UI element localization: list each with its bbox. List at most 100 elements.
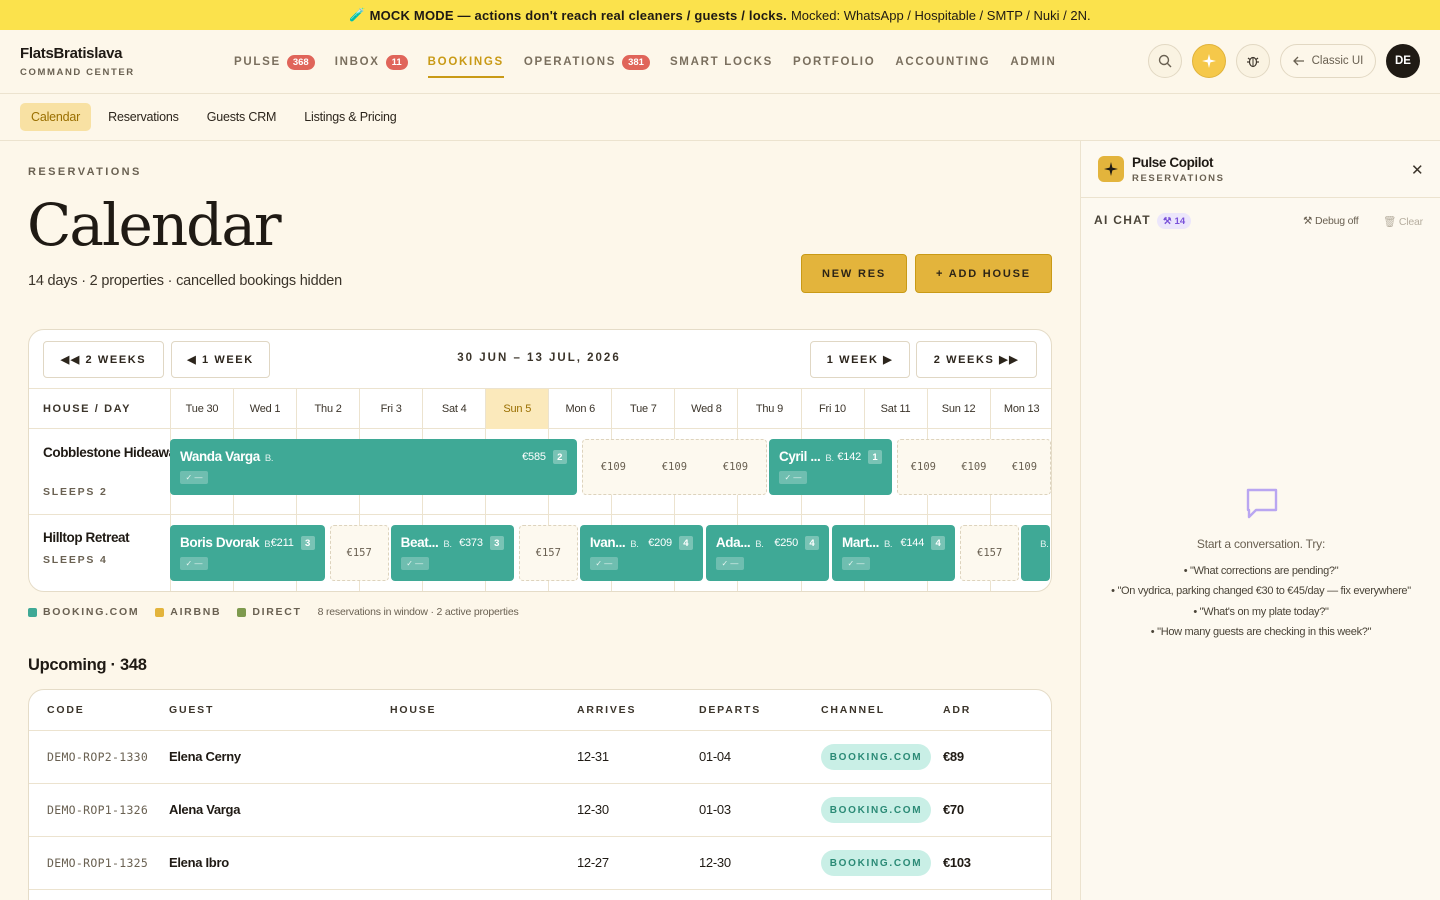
classic-ui-button[interactable]: Classic UI bbox=[1280, 44, 1376, 78]
booking-bar[interactable]: Mart... B. 4 €144 ✓ — bbox=[832, 525, 956, 581]
guest-name: Elena Cerny bbox=[169, 749, 241, 764]
nav-accounting[interactable]: ACCOUNTING bbox=[895, 30, 990, 94]
vacant-night-cell[interactable]: €157 bbox=[329, 525, 389, 581]
debug-toggle[interactable]: ⚒ Debug off bbox=[1303, 215, 1359, 227]
next-2-weeks-button[interactable]: 2 WEEKS ▶▶ bbox=[916, 341, 1037, 378]
table-row[interactable] bbox=[29, 889, 1051, 900]
checkin-status-tag: ✓ — bbox=[842, 557, 871, 570]
upcoming-table: CODE GUEST HOUSE ARRIVES DEPARTS CHANNEL… bbox=[28, 689, 1052, 900]
nav-portfolio[interactable]: PORTFOLIO bbox=[793, 30, 875, 94]
brand-subtitle: COMMAND CENTER bbox=[20, 67, 135, 78]
guest-count: 1 bbox=[868, 450, 883, 464]
booking-bar[interactable]: Ada... B. 4 €250 ✓ — bbox=[705, 525, 830, 581]
channel-badge: BOOKING.COM bbox=[821, 797, 931, 823]
table-row[interactable]: DEMO-ROP1-1325 Elena Ibro 12-27 12-30 BO… bbox=[29, 836, 1051, 889]
subnav-guests-crm[interactable]: Guests CRM bbox=[196, 103, 288, 131]
legend-item: AIRBNB bbox=[155, 606, 221, 618]
wrench-icon: ⚒ bbox=[1303, 215, 1315, 227]
day-header: Thu 9 bbox=[737, 389, 800, 429]
copilot-title: Pulse Copilot bbox=[1132, 155, 1214, 170]
nav-operations[interactable]: OPERATIONS 381 bbox=[524, 30, 650, 94]
nav-admin[interactable]: ADMIN bbox=[1010, 30, 1056, 94]
booking-bar[interactable]: Ivan... B. 4 €209 ✓ — bbox=[579, 525, 703, 581]
column-header[interactable]: CHANNEL bbox=[821, 704, 885, 716]
channel-badge: BOOKING.COM bbox=[821, 850, 931, 876]
house-name[interactable]: Hilltop Retreat bbox=[43, 528, 130, 548]
booking-source: B. bbox=[443, 539, 452, 550]
column-header[interactable]: GUEST bbox=[169, 704, 214, 716]
copilot-header: Pulse Copilot RESERVATIONS ✕ bbox=[1081, 141, 1440, 198]
column-header[interactable]: DEPARTS bbox=[699, 704, 761, 716]
suggestion[interactable]: • "How many guests are checking in this … bbox=[1081, 626, 1440, 638]
brand[interactable]: FlatsBratislava COMMAND CENTER bbox=[20, 45, 135, 78]
nav-bookings[interactable]: BOOKINGS bbox=[427, 30, 505, 94]
column-header[interactable]: ARRIVES bbox=[577, 704, 636, 716]
close-icon[interactable]: ✕ bbox=[1411, 161, 1424, 179]
booking-bar[interactable]: B. bbox=[1021, 525, 1050, 581]
clear-button[interactable]: 🗑 Clear bbox=[1383, 215, 1423, 228]
table-row[interactable]: DEMO-ROP1-1326 Alena Varga 12-30 01-03 B… bbox=[29, 783, 1051, 836]
house-name[interactable]: Cobblestone Hideaway bbox=[43, 443, 183, 463]
tools-count-badge: ⚒ 14 bbox=[1157, 213, 1192, 229]
vacant-night-cell[interactable]: €157 bbox=[960, 525, 1020, 581]
nightly-price: €157 bbox=[535, 547, 561, 559]
classic-ui-label: Classic UI bbox=[1311, 55, 1364, 67]
booking-bar[interactable]: Boris Dvorak B. 3 €211 ✓ — bbox=[170, 525, 325, 581]
nav-pulse[interactable]: PULSE 368 bbox=[234, 30, 315, 94]
add-house-button[interactable]: + ADD HOUSE bbox=[915, 254, 1052, 293]
checkin-status-tag: ✓ — bbox=[180, 557, 208, 570]
booking-bar[interactable]: Wanda Varga B. 2 €585 ✓ — bbox=[170, 439, 577, 495]
booking-guest: Mart... B. bbox=[842, 535, 893, 550]
nav-label: INBOX bbox=[334, 56, 380, 68]
guest-count: 3 bbox=[489, 536, 504, 550]
vacant-night-cell[interactable]: €157 bbox=[518, 525, 578, 581]
prev-1-week-button[interactable]: ◀ 1 WEEK bbox=[171, 341, 270, 378]
new-res-button[interactable]: NEW RES bbox=[801, 254, 907, 293]
day-header: Mon 13 bbox=[989, 389, 1051, 429]
vacant-night-cell[interactable]: €109 €109 €109 bbox=[897, 439, 1051, 495]
suggestion[interactable]: • "What's on my plate today?" bbox=[1081, 606, 1440, 618]
column-header[interactable]: HOUSE bbox=[390, 704, 436, 716]
day-header: Mon 6 bbox=[548, 389, 611, 429]
subnav-calendar[interactable]: Calendar bbox=[20, 103, 92, 131]
calendar-header: HOUSE / DAY Tue 30 Wed 1 Thu 2 Fri 3 Sat 4 Su… bbox=[29, 388, 1051, 429]
booking-bar[interactable]: Cyril ... B. 1 €142 ✓ — bbox=[768, 439, 893, 495]
avatar[interactable]: DE bbox=[1386, 44, 1420, 78]
suggestion[interactable]: • "What corrections are pending?" bbox=[1081, 565, 1440, 577]
suggestion[interactable]: • "On vydrica, parking changed €30 to €4… bbox=[1081, 585, 1440, 597]
booking-source: B. bbox=[264, 453, 274, 464]
next-1-week-button[interactable]: 1 WEEK ▶ bbox=[810, 341, 910, 378]
nav-inbox[interactable]: INBOX 11 bbox=[335, 30, 408, 94]
day-header: Wed 1 bbox=[233, 389, 296, 429]
search-button[interactable] bbox=[1148, 44, 1182, 78]
column-header[interactable]: ADR bbox=[943, 704, 971, 716]
legend-swatch bbox=[28, 607, 37, 617]
prev-2-weeks-button[interactable]: ◀◀ 2 WEEKS bbox=[43, 341, 164, 378]
debug-button[interactable] bbox=[1236, 44, 1270, 78]
channel-legend: BOOKING.COM AIRBNB DIRECT 8 reservations… bbox=[28, 606, 519, 618]
subnav-reservations[interactable]: Reservations bbox=[97, 103, 190, 131]
nav-smart-locks[interactable]: SMART LOCKS bbox=[670, 30, 773, 94]
booking-price: €373 bbox=[459, 537, 483, 549]
column-header[interactable]: CODE bbox=[47, 704, 85, 716]
guest-name: Elena Ibro bbox=[169, 855, 229, 870]
arrow-left-icon bbox=[1292, 56, 1304, 66]
sparkle-icon bbox=[1098, 156, 1124, 182]
legend-label: BOOKING.COM bbox=[43, 606, 140, 618]
mock-mode-strong: MOCK MODE — actions don't reach real cle… bbox=[369, 7, 787, 23]
nav-label: BOOKINGS bbox=[427, 56, 504, 68]
booking-bar[interactable]: Beat... B. 3 €373 ✓ — bbox=[390, 525, 514, 581]
nightly-price: €109 bbox=[600, 461, 626, 473]
booking-price: €144 bbox=[900, 537, 925, 549]
vacant-night-cell[interactable]: €109 €109 €109 bbox=[581, 439, 767, 495]
search-icon bbox=[1158, 54, 1172, 68]
subnav-listings-pricing[interactable]: Listings & Pricing bbox=[293, 103, 407, 131]
arrives-cell: 12-31 bbox=[577, 749, 609, 764]
legend-label: AIRBNB bbox=[170, 606, 222, 618]
copilot-button[interactable] bbox=[1192, 44, 1226, 78]
bug-icon bbox=[1247, 56, 1259, 68]
table-row[interactable]: DEMO-ROP2-1330 Elena Cerny 12-31 01-04 B… bbox=[29, 730, 1051, 783]
departs-cell: 01-03 bbox=[699, 802, 731, 817]
nightly-price: €109 bbox=[1011, 461, 1038, 473]
booking-price: €250 bbox=[774, 537, 799, 549]
